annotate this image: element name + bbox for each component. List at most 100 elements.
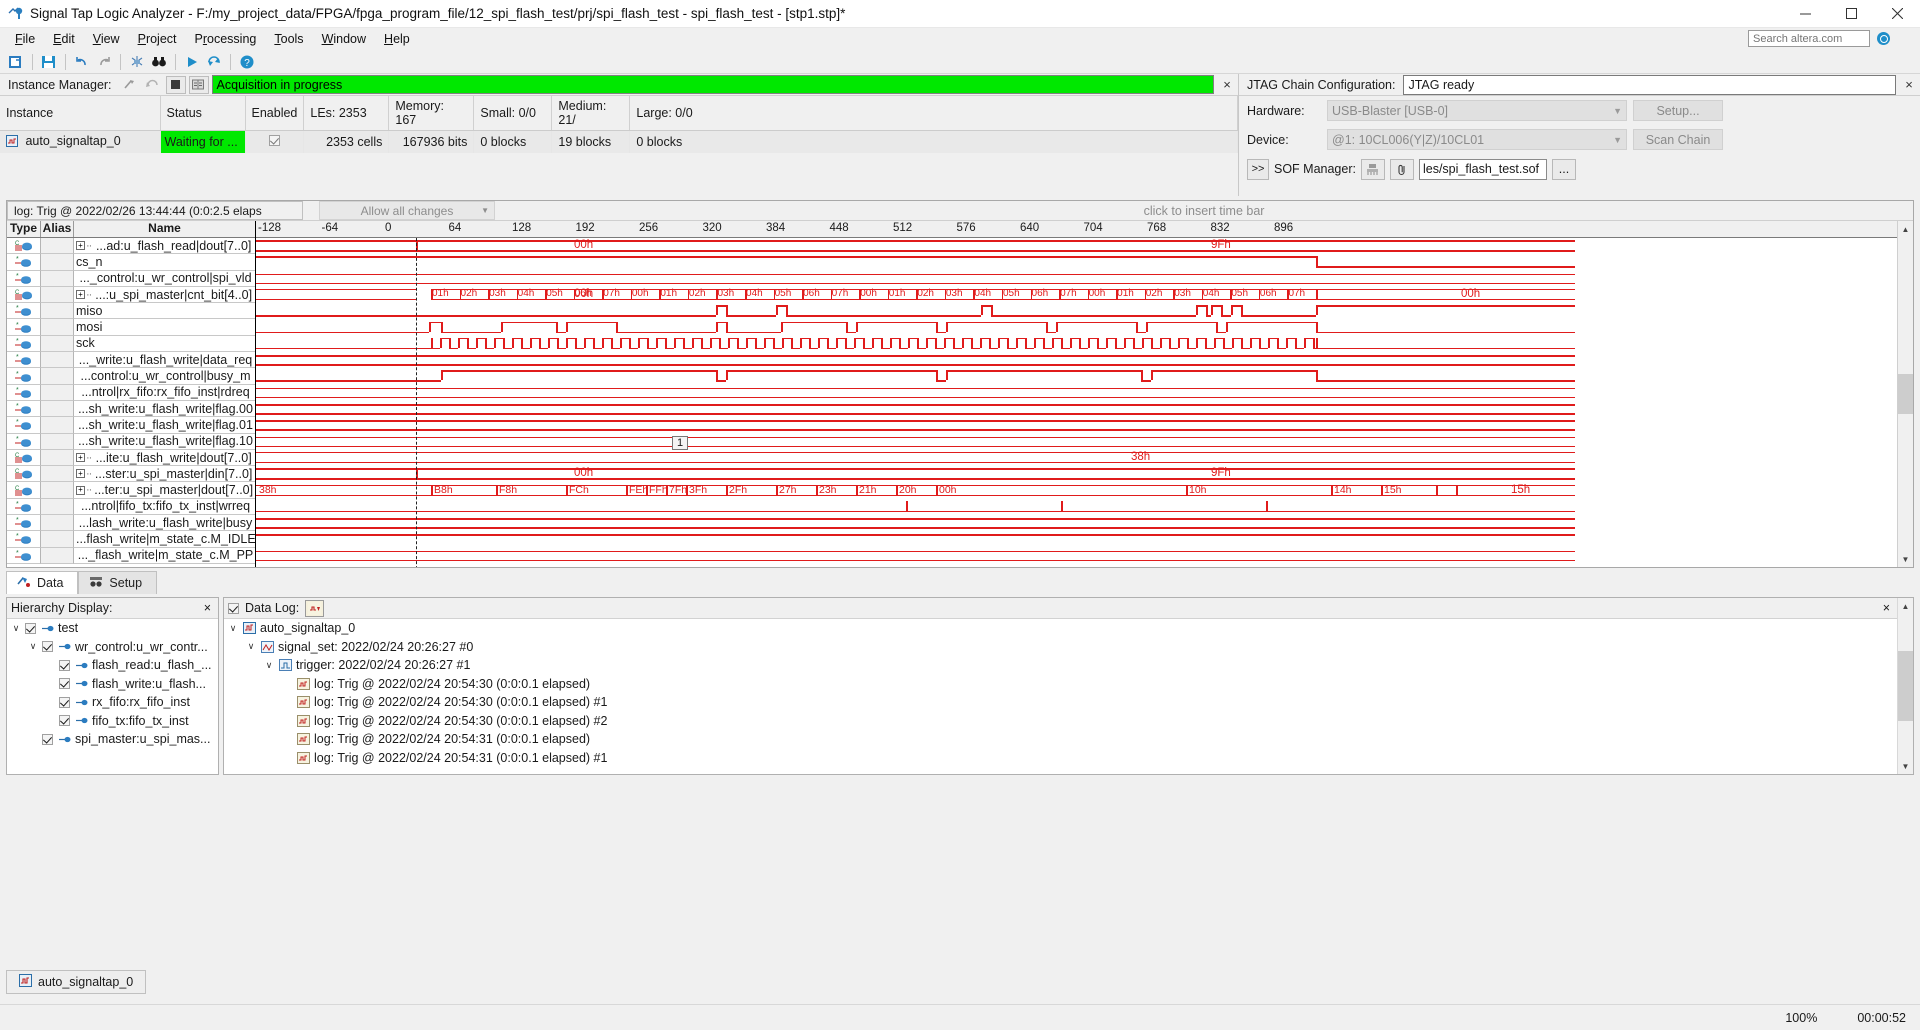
signal-row[interactable]: * sck [7,335,255,353]
signal-row[interactable]: * miso [7,303,255,320]
signal-alias-cell[interactable] [41,417,74,434]
time-bar-marker[interactable]: 1 [672,435,689,450]
header-name[interactable]: Name [74,221,255,237]
chevron-down-icon[interactable]: ∨ [11,623,21,634]
data-log-node[interactable]: log: Trig @ 2022/02/24 20:54:31 (0:0:0.1… [224,730,1897,749]
signal-name-cell[interactable]: ..._flash_write|m_state_c.M_PP [74,547,255,564]
signal-alias-cell[interactable] [41,254,74,271]
insert-time-bar-hint[interactable]: click to insert time bar [495,201,1913,220]
signal-row[interactable]: * ...ntrol|rx_fifo:rx_fifo_inst|rdreq [7,384,255,401]
signal-name-cell[interactable]: ...sh_write:u_flash_write|flag.10 [74,433,255,450]
stop-instance-icon[interactable] [165,75,186,94]
signal-name-cell[interactable]: ..._write:u_flash_write|data_req [74,352,255,369]
signal-row[interactable]: * ...lash_write:u_flash_write|busy [7,515,255,532]
sof-expand-button[interactable]: >> [1247,158,1269,180]
jtag-panel-close-button[interactable]: × [1898,74,1920,96]
col-memory[interactable]: Memory: 167 [388,96,475,131]
col-small[interactable]: Small: 0/0 [473,96,553,131]
undo-icon[interactable] [72,52,92,72]
chevron-down-icon[interactable]: ∨ [28,641,38,652]
hierarchy-node[interactable]: flash_read:u_flash_... [7,656,218,675]
signal-alias-cell[interactable] [41,270,74,287]
col-enabled[interactable]: Enabled [245,96,305,131]
signal-row[interactable]: C + ·· ...ster:u_spi_master|din[7..0] [7,466,255,483]
data-log-node[interactable]: log: Trig @ 2022/02/24 20:54:31 (0:0:0.1… [224,749,1897,768]
hierarchy-node[interactable]: spi_master:u_spi_mas... [7,730,218,749]
signal-name-cell[interactable]: + ·· ...ster:u_spi_master|din[7..0] [74,466,255,483]
signal-row[interactable]: * ...sh_write:u_flash_write|flag.01 [7,417,255,434]
hierarchy-node[interactable]: flash_write:u_flash... [7,675,218,694]
attach-sof-icon[interactable] [1389,158,1414,180]
scroll-down-icon[interactable]: ▼ [1898,551,1913,567]
signal-alias-cell[interactable] [41,384,74,401]
log-scroll-up-icon[interactable]: ▲ [1898,598,1913,614]
tab-data[interactable]: Data [6,571,79,594]
search-input[interactable] [1748,30,1870,47]
hierarchy-checkbox[interactable] [42,733,53,745]
signal-alias-cell[interactable] [41,319,74,336]
menu-view[interactable]: View [84,30,129,48]
data-log-node[interactable]: ∨ trigger: 2022/02/24 20:26:27 #1 [224,656,1897,675]
chevron-down-icon[interactable]: ∨ [228,623,238,634]
signal-row[interactable]: * cs_n [7,254,255,271]
scan-chain-button[interactable]: Scan Chain [1633,129,1723,150]
col-status[interactable]: Status [160,96,246,131]
sof-path-field[interactable]: les/spi_flash_test.sof [1418,158,1547,180]
col-les[interactable]: LEs: 2353 [303,96,390,131]
time-ruler[interactable]: -128 -64 0 64 128 192 256 320 384 448 512 576 640 704… [256,221,1897,238]
run-instance-icon[interactable] [120,76,140,94]
setup-button[interactable]: Setup... [1633,100,1723,121]
autorun-icon[interactable] [204,52,224,72]
signal-row[interactable]: C + ·· ...ad:u_flash_read|dout[7..0] [7,238,255,255]
hierarchy-node[interactable]: ∨ wr_control:u_wr_contr... [7,638,218,657]
signal-alias-cell[interactable] [41,449,74,467]
signal-row[interactable]: * ...control:u_wr_control|busy_m [7,368,255,385]
compile-icon[interactable] [127,52,147,72]
hierarchy-checkbox[interactable] [59,715,70,727]
signal-row[interactable]: * ...sh_write:u_flash_write|flag.10 [7,433,255,450]
log-icon[interactable] [305,599,325,617]
signal-row[interactable]: * ..._write:u_flash_write|data_req [7,352,255,369]
signal-name-cell[interactable]: + ·· ...ter:u_spi_master|dout[7..0] [74,482,255,499]
device-select[interactable]: @1: 10CL006(Y|Z)/10CL01 ▼ [1327,129,1627,150]
log-info-field[interactable]: log: Trig @ 2022/02/26 13:44:44 (0:0:2.5… [7,201,303,220]
chevron-down-icon[interactable]: ∨ [264,660,274,671]
menu-help[interactable]: Help [375,30,419,48]
hardware-select[interactable]: USB-Blaster [USB-0] ▼ [1327,100,1627,121]
scroll-up-icon[interactable]: ▲ [1898,221,1913,237]
signal-alias-cell[interactable] [41,498,74,516]
signal-alias-cell[interactable] [41,515,74,532]
log-scrollbar-thumb[interactable] [1898,651,1913,721]
tab-setup[interactable]: Setup [78,571,158,594]
menu-project[interactable]: Project [129,30,186,48]
program-device-icon[interactable] [1360,158,1385,180]
bottom-instance-tab[interactable]: auto_signaltap_0 [6,970,147,994]
signal-alias-cell[interactable] [41,352,74,369]
col-large[interactable]: Large: 0/0 [629,96,1238,131]
signal-alias-cell[interactable] [41,286,74,304]
expand-icon[interactable]: + [76,241,85,251]
signal-name-cell[interactable]: miso [74,303,255,320]
signal-name-cell[interactable]: sck [74,335,255,353]
signal-row[interactable]: * ...sh_write:u_flash_write|flag.00 [7,400,255,418]
signal-alias-cell[interactable] [41,335,74,353]
close-button[interactable] [1874,0,1920,28]
log-scroll-down-icon[interactable]: ▼ [1898,758,1913,774]
autorun-instance-icon[interactable] [143,76,163,94]
waveform-traces[interactable]: 1 00h 9Fh 00h 01h 02h 03h 04h 05h 06h 07h 00h 01h 02… [256,238,1897,567]
data-log-node[interactable]: ∨ signal_set: 2022/02/24 20:26:27 #0 [224,638,1897,657]
hierarchy-node[interactable]: ∨ test [7,619,218,638]
signal-name-cell[interactable]: mosi [74,319,255,336]
signal-row[interactable]: * ..._flash_write|m_state_c.M_PP [7,547,255,564]
signal-name-cell[interactable]: cs_n [74,254,255,271]
signal-alias-cell[interactable] [41,433,74,450]
expand-icon[interactable]: + [76,469,85,479]
binoculars-icon[interactable] [149,52,169,72]
signal-name-cell[interactable]: ...ntrol|fifo_tx:fifo_tx_inst|wrreq [74,498,255,516]
hierarchy-checkbox[interactable] [42,641,53,653]
data-log-checkbox[interactable] [228,602,239,614]
menu-processing[interactable]: Processing [186,30,266,48]
sof-browse-button[interactable]: ... [1551,158,1576,180]
help-icon[interactable]: ? [237,52,257,72]
data-log-close-button[interactable]: × [1883,601,1893,615]
